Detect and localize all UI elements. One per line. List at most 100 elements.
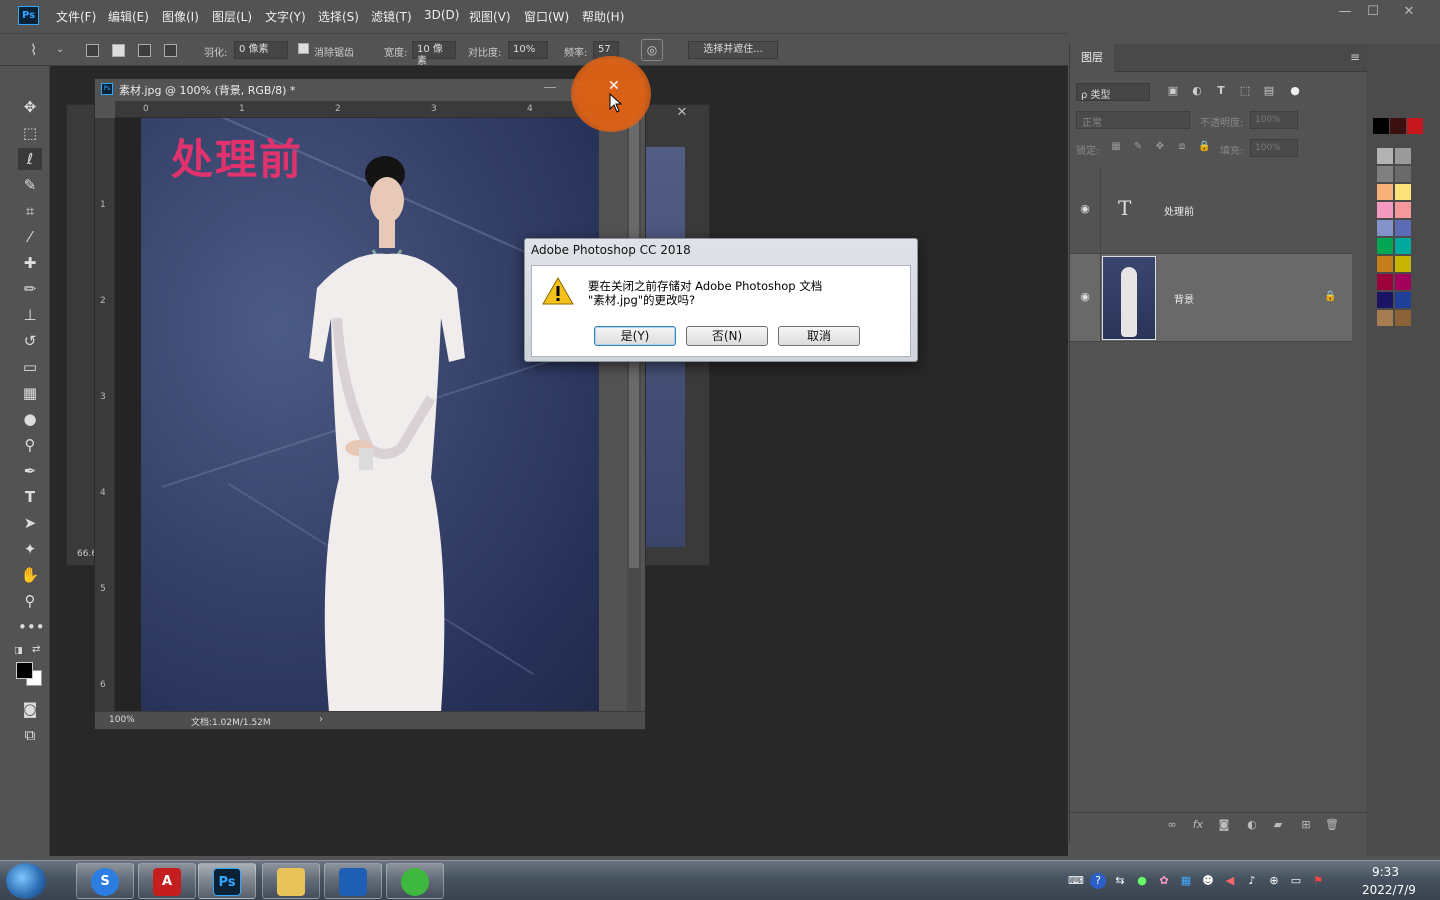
quick-selection-tool-icon[interactable]: ✎ — [18, 174, 42, 196]
default-colors-icon[interactable]: ◨ — [14, 646, 24, 656]
layer-name[interactable]: 处理前 — [1164, 203, 1194, 218]
hand-tool-icon[interactable]: ✋ — [18, 564, 42, 586]
network-icon[interactable]: ⇆ — [1112, 873, 1128, 889]
color-swatch[interactable] — [1395, 238, 1411, 254]
new-selection-icon[interactable] — [86, 44, 99, 57]
color-swatch[interactable] — [1377, 310, 1393, 326]
menu-layer[interactable]: 图层(L) — [212, 8, 252, 25]
color-swatch[interactable] — [1377, 202, 1393, 218]
color-swatch[interactable] — [1377, 166, 1393, 182]
new-group-icon[interactable]: ▰ — [1270, 817, 1286, 833]
cancel-button[interactable]: 取消 — [778, 326, 860, 346]
yes-button[interactable]: 是(Y) — [594, 326, 676, 346]
foreground-color-swatch[interactable] — [16, 662, 33, 679]
type-tool-icon[interactable]: T — [18, 486, 42, 508]
menu-filter[interactable]: 滤镜(T) — [371, 8, 412, 25]
color-swatch[interactable] — [1395, 148, 1411, 164]
color-swatch[interactable] — [1395, 220, 1411, 236]
tab-layers[interactable]: 图层 — [1070, 44, 1114, 72]
flag-icon[interactable]: ◀ — [1222, 873, 1238, 889]
app-close-button[interactable]: ✕ — [1396, 2, 1422, 22]
custom-shape-tool-icon[interactable]: ✦ — [18, 538, 42, 560]
opacity-input[interactable]: 100% — [1250, 111, 1298, 129]
taskbar-app-photoshop[interactable]: Ps — [198, 863, 256, 899]
display-icon[interactable]: ▭ — [1288, 873, 1304, 889]
intersect-selection-icon[interactable] — [164, 44, 177, 57]
taskbar-app-presenter[interactable] — [324, 863, 382, 899]
color-swatch[interactable] — [1407, 118, 1423, 134]
more-tools-icon[interactable]: ••• — [18, 616, 45, 638]
language-icon[interactable]: ⊕ — [1266, 873, 1282, 889]
add-mask-icon[interactable]: ◙ — [1216, 817, 1232, 833]
layer-filter-select[interactable]: ρ 类型 — [1076, 83, 1150, 101]
marquee-tool-icon[interactable]: ⬚ — [18, 122, 42, 144]
color-swatch[interactable] — [1377, 256, 1393, 272]
link-layers-icon[interactable]: ∞ — [1164, 817, 1180, 833]
menu-help[interactable]: 帮助(H) — [582, 8, 624, 25]
taskbar-app-explorer[interactable] — [262, 863, 320, 899]
filter-type-icon[interactable]: T — [1214, 84, 1228, 98]
menu-select[interactable]: 选择(S) — [318, 8, 359, 25]
app-maximize-button[interactable]: ☐ — [1360, 2, 1386, 22]
crop-tool-icon[interactable]: ⌗ — [18, 200, 42, 222]
start-button[interactable] — [6, 863, 46, 899]
color-swatch[interactable] — [1377, 148, 1393, 164]
color-swatch[interactable] — [1377, 220, 1393, 236]
color-swatch[interactable] — [1395, 202, 1411, 218]
healing-brush-tool-icon[interactable]: ✚ — [18, 252, 42, 274]
taskbar-app-wechat[interactable] — [386, 863, 444, 899]
tool-preset-chevron-down-icon[interactable]: ⌄ — [56, 44, 64, 55]
visibility-eye-icon[interactable]: ◉ — [1078, 203, 1092, 214]
vertical-scrollbar[interactable] — [627, 118, 641, 712]
color-swatch[interactable] — [1377, 292, 1393, 308]
panel-menu-icon[interactable]: ≡ — [1350, 50, 1360, 64]
color-swatch[interactable] — [1373, 118, 1389, 134]
move-tool-icon[interactable]: ✥ — [18, 96, 42, 118]
antialias-checkbox[interactable] — [298, 43, 309, 54]
new-layer-icon[interactable]: ⊞ — [1298, 817, 1314, 833]
lock-artboard-icon[interactable]: ⧈ — [1176, 141, 1188, 153]
menu-file[interactable]: 文件(F) — [56, 8, 96, 25]
contrast-input[interactable]: 10% — [508, 41, 548, 59]
taskbar-app-sogou[interactable]: S — [76, 863, 134, 899]
clock-date[interactable]: 2022/7/9 — [1362, 883, 1416, 897]
feather-input[interactable]: 0 像素 — [234, 41, 288, 59]
blur-tool-icon[interactable]: ● — [18, 408, 42, 430]
menu-image[interactable]: 图像(I) — [162, 8, 199, 25]
quick-mask-icon[interactable]: ◙ — [18, 698, 42, 720]
eyedropper-tool-icon[interactable]: ⁄ — [18, 226, 42, 248]
layer-row-background[interactable]: ◉ 背景 🔒 — [1070, 254, 1352, 342]
filter-shape-icon[interactable]: ⬚ — [1238, 84, 1252, 98]
lock-position-icon[interactable]: ✥ — [1154, 141, 1166, 153]
color-swatch[interactable] — [1390, 118, 1406, 134]
menu-window[interactable]: 窗口(W) — [524, 8, 569, 25]
chevron-right-icon[interactable]: › — [319, 714, 323, 725]
flower-icon[interactable]: ✿ — [1156, 873, 1172, 889]
menu-edit[interactable]: 编辑(E) — [108, 8, 149, 25]
lasso-tool-icon[interactable]: ℓ — [18, 148, 42, 170]
lock-transparent-icon[interactable]: ▦ — [1110, 141, 1122, 153]
fill-input[interactable]: 100% — [1250, 139, 1298, 157]
subtract-selection-icon[interactable] — [138, 44, 151, 57]
delete-layer-icon[interactable]: 🗑 — [1324, 817, 1340, 833]
help-icon[interactable]: ? — [1090, 873, 1106, 889]
pen-tool-icon[interactable]: ✒ — [18, 460, 42, 482]
lock-image-icon[interactable]: ✎ — [1132, 141, 1144, 153]
menu-type[interactable]: 文字(Y) — [265, 8, 306, 25]
keyboard-icon[interactable]: ⌨ — [1068, 873, 1084, 889]
magnetic-lasso-icon[interactable]: ⌇ — [30, 41, 37, 59]
lock-all-icon[interactable]: 🔒 — [1198, 141, 1210, 153]
select-and-mask-button[interactable]: 选择并遮住... — [688, 41, 778, 59]
clock-time[interactable]: 9:33 — [1372, 865, 1399, 879]
color-swatch[interactable] — [1395, 166, 1411, 182]
filter-smart-object-icon[interactable]: ▤ — [1262, 84, 1276, 98]
color-swatch[interactable] — [1377, 274, 1393, 290]
wechat-tray-icon[interactable]: ● — [1134, 873, 1150, 889]
document-canvas[interactable]: 处理前 — [115, 118, 599, 712]
adjustment-layer-icon[interactable]: ◐ — [1244, 817, 1260, 833]
eraser-tool-icon[interactable]: ▭ — [18, 356, 42, 378]
no-button[interactable]: 否(N) — [686, 326, 768, 346]
color-swatch[interactable] — [1395, 256, 1411, 272]
swap-colors-icon[interactable]: ⇄ — [32, 644, 42, 655]
layer-name[interactable]: 背景 — [1174, 291, 1194, 306]
